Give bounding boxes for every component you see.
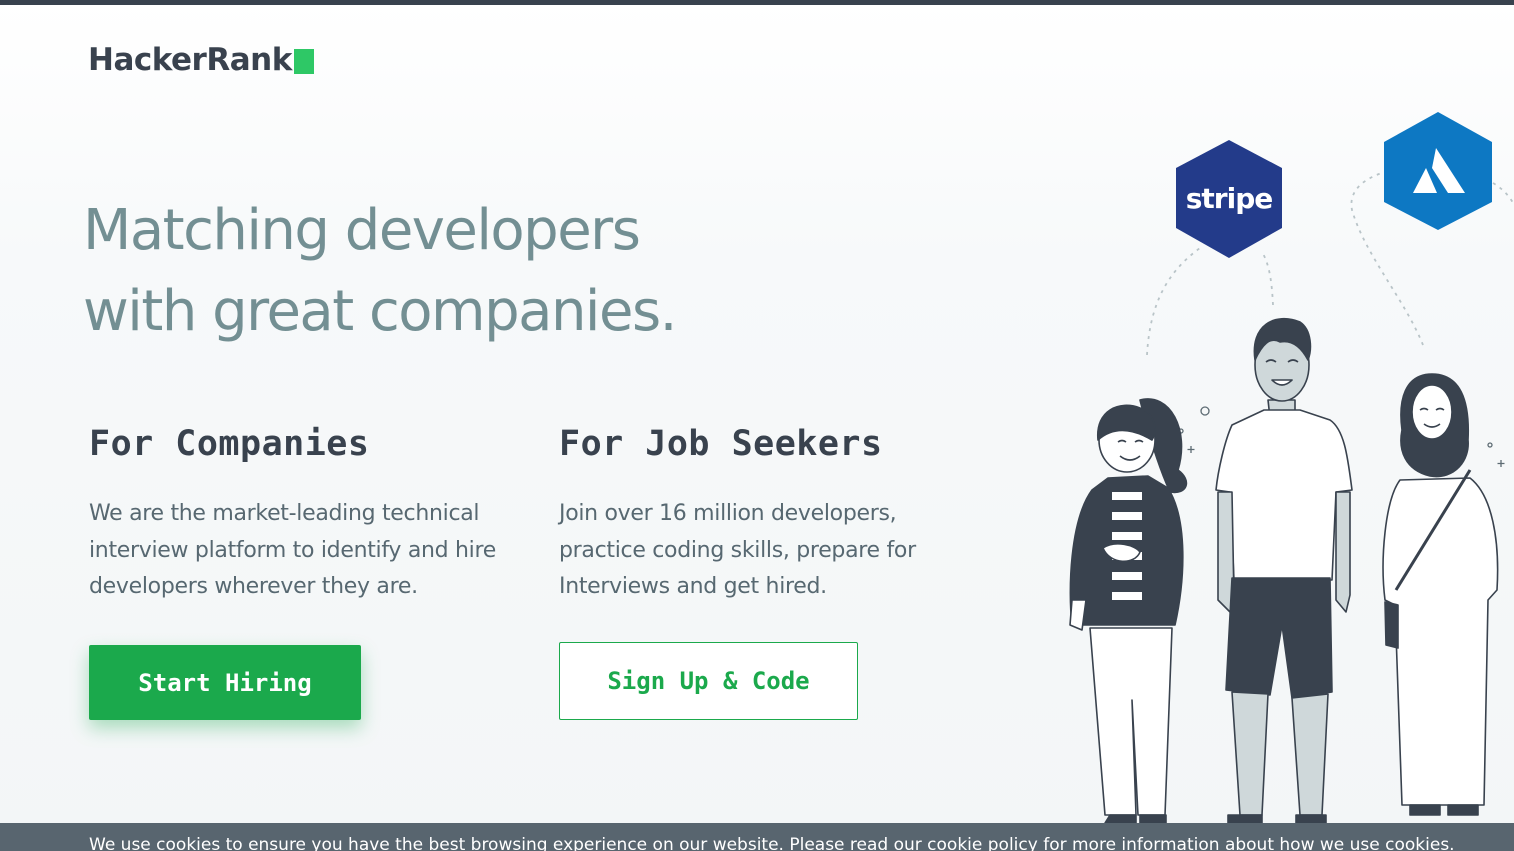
person-hijab-icon <box>1382 373 1499 816</box>
companies-section: For Companies We are the market-leading … <box>89 420 529 606</box>
hero-illustration: stripe <box>1069 112 1514 823</box>
logo-green-block-icon <box>293 48 314 74</box>
sign-up-code-button[interactable]: Sign Up & Code <box>559 642 858 720</box>
top-border <box>0 0 1514 5</box>
headline-line-1: Matching developers <box>83 198 641 263</box>
atlassian-logo-icon <box>1384 112 1492 230</box>
cookie-banner-text: We use cookies to ensure you have the be… <box>89 835 1455 851</box>
job-seekers-section: For Job Seekers Join over 16 million dev… <box>559 420 989 606</box>
person-woman-icon <box>1069 398 1188 823</box>
logo-wordmark: HackerRank <box>88 42 292 78</box>
headline-line-2: with great companies. <box>83 279 677 344</box>
stripe-logo-icon: stripe <box>1176 140 1282 258</box>
person-man-icon <box>1215 317 1353 823</box>
hero-headline: Matching developers with great companies… <box>83 190 677 352</box>
job-seekers-description: Join over 16 million developers, practic… <box>559 501 916 599</box>
job-seekers-title: For Job Seekers <box>559 424 883 464</box>
start-hiring-button[interactable]: Start Hiring <box>89 645 361 720</box>
cookie-banner: We use cookies to ensure you have the be… <box>0 823 1514 851</box>
companies-title: For Companies <box>89 424 370 464</box>
stripe-logo-text: stripe <box>1186 182 1273 215</box>
companies-description: We are the market-leading technical inte… <box>89 501 496 599</box>
hackerrank-logo[interactable]: HackerRank <box>88 42 314 78</box>
